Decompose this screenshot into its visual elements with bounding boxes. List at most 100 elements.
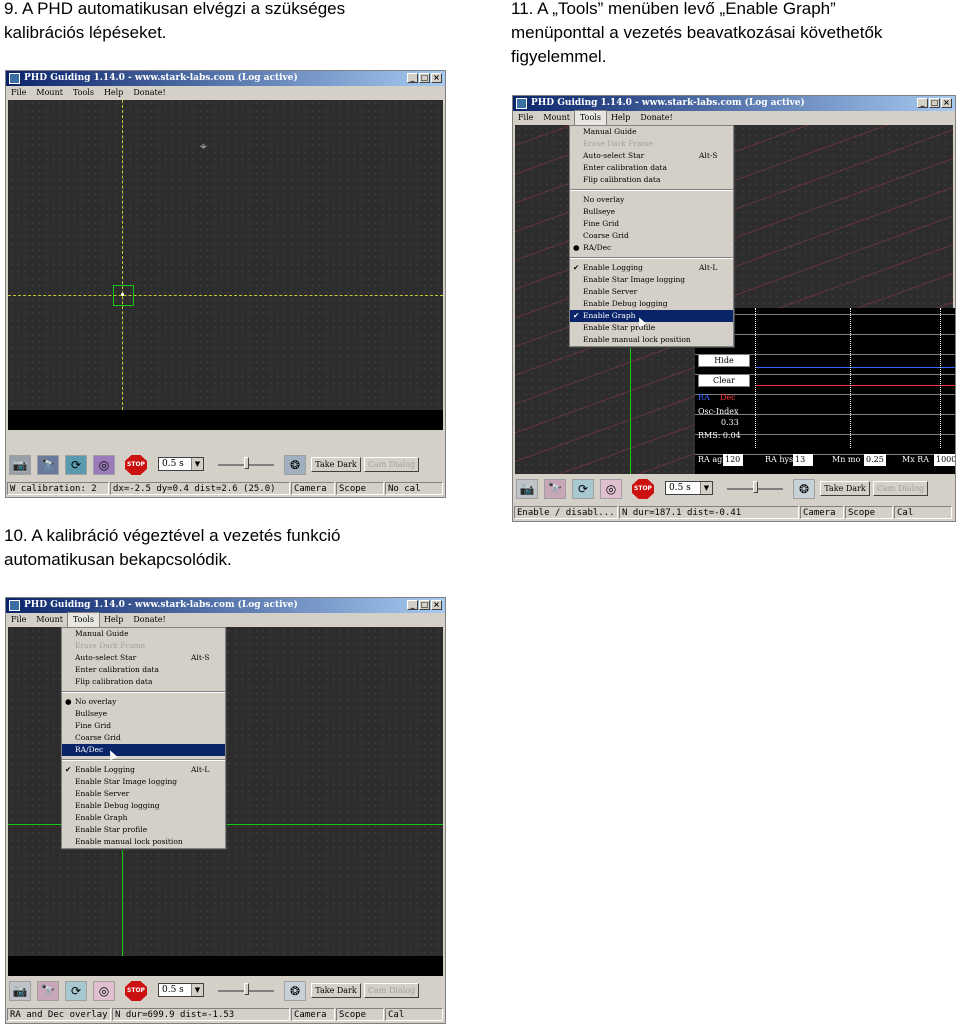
menu-donate[interactable]: Donate! xyxy=(128,613,170,627)
menu-file[interactable]: File xyxy=(6,613,31,627)
stop-button[interactable]: STOP xyxy=(125,981,147,1001)
loop-icon[interactable]: ⟳ xyxy=(65,455,87,475)
close-icon[interactable]: × xyxy=(941,98,952,108)
menu-item-flip-cal[interactable]: Flip calibration data xyxy=(570,174,733,186)
camera-image[interactable]: ⌖ xyxy=(8,100,443,430)
menu-tools[interactable]: Tools xyxy=(66,612,100,628)
exposure-select[interactable]: 0.5 s ▼ xyxy=(158,457,204,471)
menu-file[interactable]: File xyxy=(513,111,538,125)
graph-hide-button[interactable]: Hide xyxy=(698,354,750,367)
menu-file[interactable]: File xyxy=(6,86,31,100)
menu-mount[interactable]: Mount xyxy=(31,86,68,100)
brain-icon[interactable]: ❂ xyxy=(793,479,815,499)
gamma-slider-thumb[interactable] xyxy=(244,457,249,469)
menu-item-fine-grid[interactable]: Fine Grid xyxy=(570,218,733,230)
menu-item-enable-graph[interactable]: ✔ Enable Graph xyxy=(570,310,733,322)
menu-item-star-profile[interactable]: Enable Star profile xyxy=(62,824,225,836)
gamma-slider-thumb[interactable] xyxy=(244,983,249,995)
menu-donate[interactable]: Donate! xyxy=(128,86,170,100)
menu-item-auto-select[interactable]: Auto-select Star Alt-S xyxy=(62,652,225,664)
menu-item-manual-lock[interactable]: Enable manual lock position xyxy=(62,836,225,848)
rms-value: RMS: 0.04 xyxy=(698,431,741,440)
menu-item-star-profile[interactable]: Enable Star profile xyxy=(570,322,733,334)
menu-tools[interactable]: Tools xyxy=(68,86,99,100)
menu-help[interactable]: Help xyxy=(99,613,128,627)
guide-icon[interactable]: ◎ xyxy=(93,981,115,1001)
graph-clear-button[interactable]: Clear xyxy=(698,374,750,387)
menu-mount[interactable]: Mount xyxy=(31,613,68,627)
stop-button[interactable]: STOP xyxy=(125,455,147,475)
menu-item-erase-dark[interactable]: Erase Dark Frame xyxy=(62,640,225,652)
menu-item-star-image-logging[interactable]: Enable Star Image logging xyxy=(570,274,733,286)
ra-agr-field[interactable]: 120 xyxy=(723,454,743,466)
menu-item-erase-dark[interactable]: Erase Dark Frame xyxy=(570,138,733,150)
menu-item-enable-logging[interactable]: ✔ Enable Logging Alt-L xyxy=(570,262,733,274)
ra-hys-field[interactable]: 13 xyxy=(793,454,813,466)
take-dark-button[interactable]: Take Dark xyxy=(820,481,870,496)
menu-item-enable-server[interactable]: Enable Server xyxy=(570,286,733,298)
menu-item-no-overlay[interactable]: ● No overlay xyxy=(62,696,225,708)
menu-item-ra-dec[interactable]: ● RA/Dec xyxy=(570,242,733,254)
take-dark-button[interactable]: Take Dark xyxy=(311,983,361,998)
brain-icon[interactable]: ❂ xyxy=(284,455,306,475)
minimize-icon[interactable]: _ xyxy=(407,600,418,610)
menu-item-manual-guide[interactable]: Manual Guide xyxy=(570,126,733,138)
mn-mo-field[interactable]: 0.25 xyxy=(864,454,886,466)
minimize-icon[interactable]: _ xyxy=(407,73,418,83)
menu-item-enter-cal[interactable]: Enter calibration data xyxy=(62,664,225,676)
menu-item-star-image-logging[interactable]: Enable Star Image logging xyxy=(62,776,225,788)
menu-donate[interactable]: Donate! xyxy=(635,111,677,125)
toolbar: 📷 🔭 ⟳ ◎ STOP 0.5 s ▼ ❂ Take Dark Cam Dial… xyxy=(6,978,445,1002)
maximize-icon[interactable]: □ xyxy=(929,98,940,108)
menu-separator xyxy=(62,759,225,761)
camera-icon[interactable]: 📷 xyxy=(516,479,538,499)
menu-tools[interactable]: Tools xyxy=(573,110,607,126)
menu-item-flip-cal[interactable]: Flip calibration data xyxy=(62,676,225,688)
stop-button[interactable]: STOP xyxy=(632,479,654,499)
mx-ra-field[interactable]: 1000 xyxy=(934,454,955,466)
menu-item-enable-graph[interactable]: Enable Graph xyxy=(62,812,225,824)
menu-help[interactable]: Help xyxy=(606,111,635,125)
camera-icon[interactable]: 📷 xyxy=(9,455,31,475)
menu-item-ra-dec[interactable]: RA/Dec xyxy=(62,744,225,756)
menu-item-manual-guide[interactable]: Manual Guide xyxy=(62,628,225,640)
cam-dialog-button[interactable]: Cam Dialog xyxy=(364,983,419,998)
menu-item-coarse-grid[interactable]: Coarse Grid xyxy=(570,230,733,242)
camera-icon[interactable]: 📷 xyxy=(9,981,31,1001)
menu-item-debug-logging[interactable]: Enable Debug logging xyxy=(62,800,225,812)
maximize-icon[interactable]: □ xyxy=(419,600,430,610)
status-text: W calibration: 2 xyxy=(7,482,109,495)
menu-item-fine-grid[interactable]: Fine Grid xyxy=(62,720,225,732)
menu-item-bullseye[interactable]: Bullseye xyxy=(62,708,225,720)
gamma-slider-thumb[interactable] xyxy=(753,481,758,493)
minimize-icon[interactable]: _ xyxy=(917,98,928,108)
menu-item-enter-cal[interactable]: Enter calibration data xyxy=(570,162,733,174)
cam-dialog-button[interactable]: Cam Dialog xyxy=(873,481,928,496)
menu-item-debug-logging[interactable]: Enable Debug logging xyxy=(570,298,733,310)
telescope-icon[interactable]: 🔭 xyxy=(544,479,566,499)
menu-item-no-overlay[interactable]: No overlay xyxy=(570,194,733,206)
menu-item-bullseye[interactable]: Bullseye xyxy=(570,206,733,218)
menu-item-auto-select[interactable]: Auto-select Star Alt-S xyxy=(570,150,733,162)
close-icon[interactable]: × xyxy=(431,73,442,83)
menu-mount[interactable]: Mount xyxy=(538,111,575,125)
loop-icon[interactable]: ⟳ xyxy=(65,981,87,1001)
menu-item-coarse-grid[interactable]: Coarse Grid xyxy=(62,732,225,744)
loop-icon[interactable]: ⟳ xyxy=(572,479,594,499)
maximize-icon[interactable]: □ xyxy=(419,73,430,83)
telescope-icon[interactable]: 🔭 xyxy=(37,981,59,1001)
cam-dialog-button[interactable]: Cam Dialog xyxy=(364,457,419,472)
graph-grid-vertical xyxy=(850,308,851,448)
close-icon[interactable]: × xyxy=(431,600,442,610)
brain-icon[interactable]: ❂ xyxy=(284,981,306,1001)
menu-item-enable-server[interactable]: Enable Server xyxy=(62,788,225,800)
menu-item-enable-logging[interactable]: ✔ Enable Logging Alt-L xyxy=(62,764,225,776)
menu-help[interactable]: Help xyxy=(99,86,128,100)
menu-item-manual-lock[interactable]: Enable manual lock position xyxy=(570,334,733,346)
exposure-select[interactable]: 0.5 s ▼ xyxy=(158,983,204,997)
exposure-select[interactable]: 0.5 s ▼ xyxy=(665,481,713,495)
telescope-icon[interactable]: 🔭 xyxy=(37,455,59,475)
guide-icon[interactable]: ◎ xyxy=(93,455,115,475)
guide-icon[interactable]: ◎ xyxy=(600,479,622,499)
take-dark-button[interactable]: Take Dark xyxy=(311,457,361,472)
